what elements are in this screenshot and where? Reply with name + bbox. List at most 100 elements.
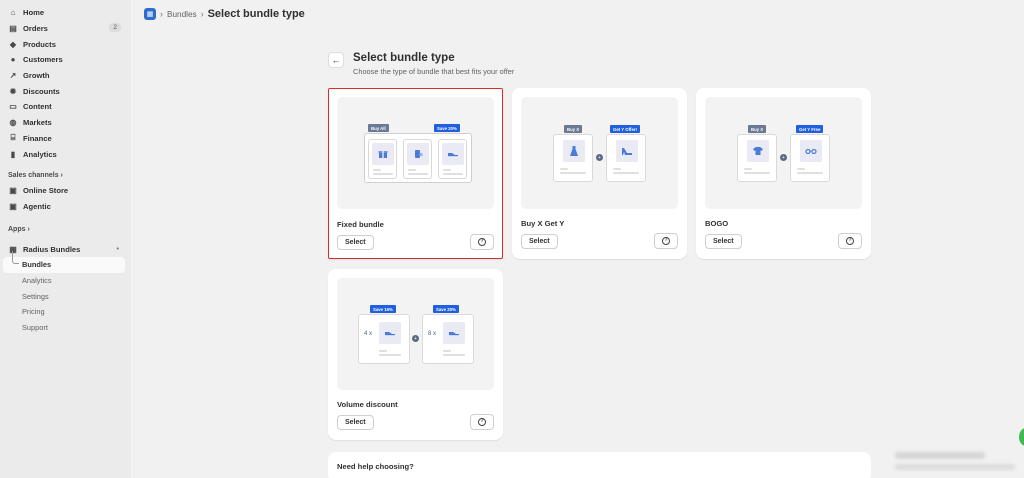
sidebar-item-label: Orders bbox=[23, 24, 48, 34]
select-button[interactable]: Select bbox=[337, 415, 374, 430]
product-tile bbox=[368, 139, 397, 179]
bundle-card-buy-x-get-y[interactable]: Buy X Get Y Offer! + Buy X Get Y Select … bbox=[512, 88, 687, 259]
chevron-right-icon: › bbox=[27, 226, 30, 234]
sales-channels-heading[interactable]: Sales channels › bbox=[0, 168, 131, 183]
sidebar-item-label: Home bbox=[23, 8, 45, 18]
sidebar-item-label: Online Store bbox=[23, 186, 69, 196]
breadcrumb-bundles-link[interactable]: Bundles bbox=[167, 10, 197, 19]
plus-icon: + bbox=[596, 154, 603, 161]
orders-icon: ▤ bbox=[9, 24, 17, 34]
sidebar-subitem-settings[interactable]: Settings bbox=[0, 288, 131, 304]
apps-label: Apps bbox=[8, 226, 26, 234]
placeholder-line bbox=[373, 173, 393, 175]
tag-save-20: Save 20% bbox=[433, 305, 459, 313]
store-icon: ▣ bbox=[9, 186, 17, 196]
shirt-icon bbox=[747, 140, 769, 162]
bxgy-preview: Buy X Get Y Offer! + bbox=[521, 97, 678, 209]
sidebar-item-label: Markets bbox=[23, 118, 52, 128]
placeholder-line bbox=[560, 168, 568, 170]
product-tile bbox=[790, 134, 830, 182]
sidebar-subitem-analytics[interactable]: Analytics bbox=[0, 273, 131, 289]
sidebar-item-label: Growth bbox=[23, 71, 50, 81]
agentic-icon: ▣ bbox=[9, 201, 17, 211]
sidebar-item-orders[interactable]: ▤ Orders 2 bbox=[0, 21, 131, 37]
apps-heading[interactable]: Apps › bbox=[0, 222, 131, 237]
fixed-bundle-preview: Buy All Save 20% bbox=[337, 97, 494, 209]
placeholder-line bbox=[443, 173, 463, 175]
select-button[interactable]: Select bbox=[705, 234, 742, 249]
placeholder-line bbox=[613, 172, 639, 174]
sidebar-item-label: Content bbox=[23, 102, 52, 112]
sidebar-item-online-store[interactable]: ▣ Online Store bbox=[0, 183, 131, 199]
help-choosing-section: Need help choosing? bbox=[328, 452, 871, 478]
help-button[interactable]: ? bbox=[838, 233, 862, 249]
arrow-left-icon: ← bbox=[331, 55, 341, 65]
sidebar-item-home[interactable]: ⌂ Home bbox=[0, 5, 131, 21]
sidebar-item-agentic[interactable]: ▣ Agentic bbox=[0, 199, 131, 215]
placeholder-line bbox=[613, 168, 621, 170]
bundle-card-volume-discount[interactable]: Save 15% Save 20% 4 x + 8 x Volume disco… bbox=[328, 269, 503, 440]
count-badge: 2 bbox=[109, 22, 121, 32]
shoe-icon bbox=[443, 322, 465, 344]
bundle-card-fixed[interactable]: Buy All Save 20% Fixed bundle Select ? bbox=[328, 88, 503, 259]
tag-buy-all: Buy All bbox=[368, 124, 389, 132]
bundle-frame bbox=[364, 133, 472, 183]
sidebar-item-markets[interactable]: ◍ Markets bbox=[0, 115, 131, 131]
select-button[interactable]: Select bbox=[521, 234, 558, 249]
placeholder-line bbox=[744, 168, 752, 170]
question-circle-icon: ? bbox=[846, 237, 854, 245]
tag-buy-x: Buy X bbox=[748, 125, 767, 133]
sidebar-item-label: Discounts bbox=[23, 86, 60, 96]
chart-icon: ▮ bbox=[10, 149, 16, 159]
volume-preview: Save 15% Save 20% 4 x + 8 x bbox=[337, 278, 494, 390]
quantity-label: 8 x bbox=[428, 331, 437, 337]
sales-channels-label: Sales channels bbox=[8, 171, 59, 179]
bundle-name: Volume discount bbox=[337, 400, 398, 409]
placeholder-line bbox=[379, 354, 401, 356]
bundle-name: BOGO bbox=[705, 219, 729, 228]
question-circle-icon: ? bbox=[662, 237, 670, 245]
sidebar-subitem-bundles[interactable]: Bundles bbox=[3, 250, 125, 273]
bundle-card-bogo[interactable]: Buy X Get Y Free + BOGO Select ? bbox=[696, 88, 871, 259]
sidebar-item-customers[interactable]: ● Customers bbox=[0, 52, 131, 68]
sidebar-item-label: Products bbox=[23, 39, 56, 49]
breadcrumb-separator-icon: › bbox=[200, 9, 204, 19]
sidebar-subitem-pricing[interactable]: Pricing bbox=[0, 304, 131, 320]
growth-icon: ↗ bbox=[9, 71, 17, 81]
placeholder-line bbox=[408, 169, 416, 171]
tag-buy-x: Buy X bbox=[564, 125, 583, 133]
home-icon: ⌂ bbox=[10, 8, 16, 18]
help-button[interactable]: ? bbox=[470, 234, 494, 250]
tag-get-y-free: Get Y Free bbox=[796, 125, 824, 133]
help-button[interactable]: ? bbox=[470, 414, 494, 430]
sidebar-item-products[interactable]: ◆ Products bbox=[0, 36, 131, 52]
sidebar-item-analytics[interactable]: ▮ Analytics bbox=[0, 146, 131, 162]
sidebar-item-label: Analytics bbox=[23, 149, 57, 159]
tree-connector-icon bbox=[12, 250, 19, 264]
sidebar-item-content[interactable]: ▭ Content bbox=[0, 99, 131, 115]
sidebar-item-growth[interactable]: ↗ Growth bbox=[0, 68, 131, 84]
breadcrumb-separator-icon: › bbox=[160, 9, 163, 19]
sidebar-item-finance[interactable]: ⌸ Finance bbox=[0, 131, 131, 147]
globe-icon: ◍ bbox=[9, 118, 17, 128]
sidebar-subitem-support[interactable]: Support bbox=[0, 320, 131, 336]
sidebar-item-label: Radius Bundles bbox=[23, 244, 81, 254]
plus-icon: + bbox=[412, 335, 419, 342]
product-tile bbox=[553, 134, 593, 182]
placeholder-line bbox=[373, 169, 381, 171]
placeholder-line bbox=[379, 350, 387, 352]
app-logo-icon[interactable]: ▦ bbox=[144, 8, 156, 20]
placeholder-line bbox=[797, 172, 823, 174]
placeholder-line bbox=[443, 350, 451, 352]
sidebar-item-radius-bundles[interactable]: ▦ Radius Bundles • bbox=[0, 241, 131, 257]
chat-bubble-icon[interactable] bbox=[1019, 428, 1024, 446]
more-dot-icon[interactable]: • bbox=[117, 246, 119, 253]
person-icon: ● bbox=[10, 55, 16, 65]
help-button[interactable]: ? bbox=[654, 233, 678, 249]
sidebar-item-discounts[interactable]: ✹ Discounts bbox=[0, 83, 131, 99]
placeholder-line bbox=[797, 168, 805, 170]
back-button[interactable]: ← bbox=[328, 52, 344, 68]
placeholder-line bbox=[443, 354, 465, 356]
select-button[interactable]: Select bbox=[337, 235, 374, 250]
dress-icon bbox=[563, 140, 585, 162]
